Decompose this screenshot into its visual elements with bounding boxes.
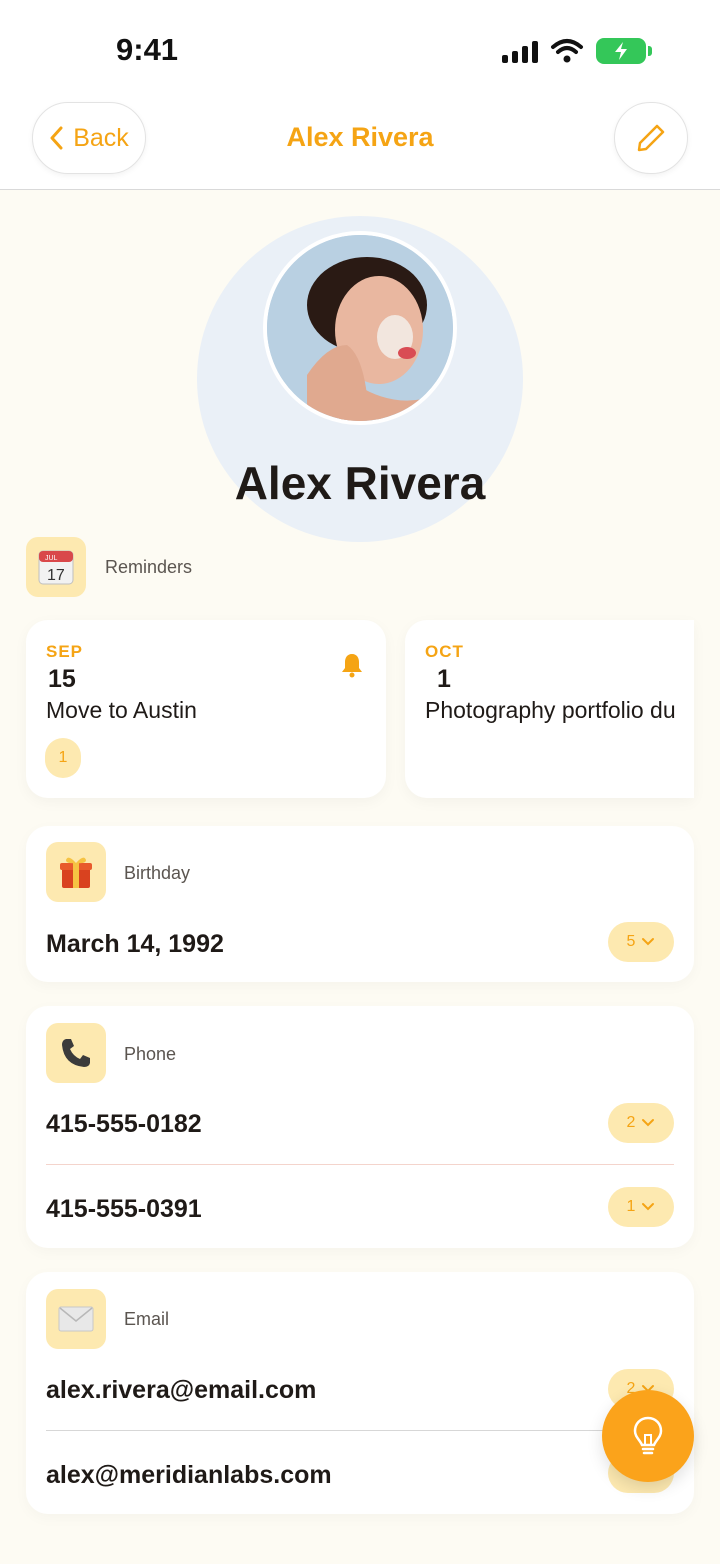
reminder-card[interactable]: OCT 1 Photography portfolio du <box>405 620 694 798</box>
chevron-down-icon <box>642 1203 655 1211</box>
birthday-value: March 14, 1992 <box>46 930 224 958</box>
avatar <box>263 231 457 425</box>
phone-number[interactable]: 415-555-0182 <box>46 1110 202 1139</box>
reminder-month: OCT <box>425 642 464 661</box>
nav-title: Alex Rivera <box>286 122 434 152</box>
status-time: 9:41 <box>116 32 179 67</box>
phone-count-button[interactable]: 1 <box>608 1187 674 1227</box>
chevron-down-icon <box>642 1119 655 1127</box>
pencil-icon <box>637 124 665 152</box>
phone-count-button[interactable]: 2 <box>608 1103 674 1143</box>
reminders-label: Reminders <box>105 557 193 577</box>
navigation-bar: Back Alex Rivera <box>0 100 720 190</box>
envelope-icon <box>46 1289 106 1349</box>
divider <box>46 1164 674 1165</box>
reminder-title: Photography portfolio du <box>425 697 676 723</box>
bell-icon[interactable] <box>340 652 364 678</box>
reminder-month: SEP <box>46 642 84 661</box>
reminder-day: 15 <box>48 665 76 693</box>
lightbulb-icon <box>633 1416 663 1455</box>
reminders-calendar-icon: JUL 17 <box>26 537 86 597</box>
reminder-count-badge: 1 <box>45 738 81 778</box>
wifi-icon <box>551 39 583 63</box>
birthday-count-button[interactable]: 5 <box>608 922 674 962</box>
gift-icon <box>46 842 106 902</box>
phone-label: Phone <box>124 1044 177 1064</box>
birthday-label: Birthday <box>124 863 191 883</box>
divider <box>46 1430 674 1431</box>
reminder-title: Move to Austin <box>46 697 197 723</box>
battery-icon <box>596 38 652 64</box>
phone-icon <box>46 1023 106 1083</box>
count: 5 <box>626 933 636 950</box>
contact-name: Alex Rivera <box>234 457 486 509</box>
count: 1 <box>626 1198 636 1215</box>
reminder-day: 1 <box>437 665 451 693</box>
edit-button[interactable] <box>614 102 688 174</box>
count: 2 <box>626 1114 636 1131</box>
suggestions-fab[interactable] <box>602 1390 694 1482</box>
calendar-month: JUL <box>45 555 58 562</box>
chevron-down-icon <box>642 938 655 946</box>
email-card: Email alex.rivera@email.com 2 alex@merid… <box>26 1272 694 1514</box>
phone-card: Phone 415-555-0182 2 415-555-0391 1 <box>26 1006 694 1248</box>
email-address[interactable]: alex@meridianlabs.com <box>46 1461 332 1490</box>
email-label: Email <box>124 1309 170 1329</box>
status-icons <box>502 38 652 64</box>
reminder-card[interactable]: SEP 15 Move to Austin 1 <box>26 620 386 798</box>
status-bar: 9:41 <box>0 0 720 100</box>
cellular-signal-icon <box>502 39 538 63</box>
calendar-day: 17 <box>47 567 65 584</box>
email-address[interactable]: alex.rivera@email.com <box>46 1376 316 1405</box>
phone-number[interactable]: 415-555-0391 <box>46 1195 202 1224</box>
birthday-card: Birthday March 14, 1992 5 <box>26 826 694 982</box>
